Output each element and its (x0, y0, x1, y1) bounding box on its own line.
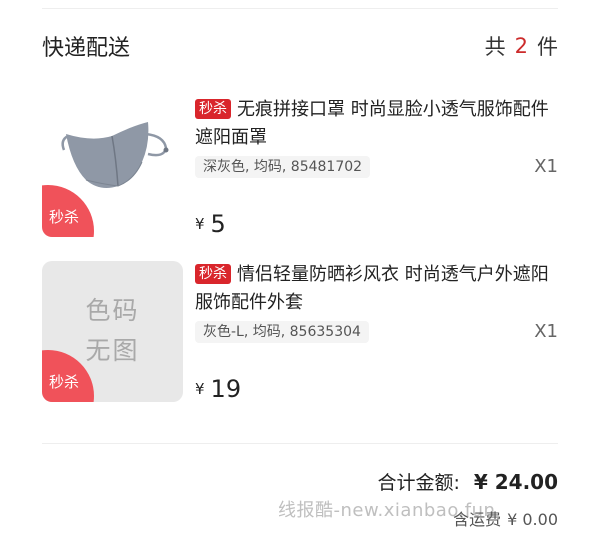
currency-symbol: ¥ (195, 380, 205, 398)
section-title: 快递配送 (42, 36, 131, 61)
shipping-label: 含运费 (453, 510, 502, 529)
item-info: 秒杀 情侣轻量防晒衫风衣 时尚透气户外遮阳服饰配件外套 灰色-L, 均码, 856… (195, 261, 558, 403)
flash-sale-tag: 秒杀 (195, 264, 231, 284)
product-thumbnail[interactable]: 色码 无图 秒杀 (42, 261, 183, 402)
item-count-prefix: 共 (484, 35, 506, 59)
shipping-fee: 含运费 ¥ 0.00 (453, 506, 558, 530)
item-price: ¥5 (195, 210, 226, 238)
item-title[interactable]: 秒杀 情侣轻量防晒衫风衣 时尚透气户外遮阳服饰配件外套 (195, 261, 558, 317)
currency-symbol: ¥ (195, 215, 205, 233)
price-value: 5 (210, 210, 226, 238)
flash-sale-tag: 秒杀 (195, 99, 231, 119)
placeholder-line-1: 色码 (85, 296, 140, 325)
order-item[interactable]: 秒杀 秒杀 无痕拼接口罩 时尚显脸小透气服饰配件遮阳面罩 深灰色, 均码, 854… (42, 96, 558, 238)
item-info: 秒杀 无痕拼接口罩 时尚显脸小透气服饰配件遮阳面罩 深灰色, 均码, 854817… (195, 96, 558, 238)
delivery-section-header: 快递配送 共 2 件 (42, 30, 558, 62)
order-total: 合计金额: ¥ 24.00 (377, 468, 558, 495)
bottom-divider (42, 443, 558, 444)
item-count: 共 2 件 (485, 31, 558, 61)
order-item[interactable]: 色码 无图 秒杀 秒杀 情侣轻量防晒衫风衣 时尚透气户外遮阳服饰配件外套 灰色-L… (42, 261, 558, 403)
item-title[interactable]: 秒杀 无痕拼接口罩 时尚显脸小透气服饰配件遮阳面罩 (195, 96, 558, 152)
item-spec: 灰色-L, 均码, 85635304 (195, 321, 369, 343)
shipping-value: ¥ 0.00 (507, 510, 558, 529)
top-divider (42, 8, 558, 9)
price-value: 19 (210, 375, 242, 403)
item-count-suffix: 件 (537, 35, 558, 59)
flash-sale-corner-label: 秒杀 (49, 373, 80, 391)
item-quantity: X1 (534, 156, 558, 177)
product-thumbnail[interactable]: 秒杀 (42, 96, 183, 237)
total-label: 合计金额: (377, 472, 460, 494)
item-title-text: 情侣轻量防晒衫风衣 时尚透气户外遮阳服饰配件外套 (195, 264, 549, 313)
item-count-number: 2 (514, 34, 528, 58)
item-quantity: X1 (534, 321, 558, 342)
item-title-text: 无痕拼接口罩 时尚显脸小透气服饰配件遮阳面罩 (195, 99, 549, 148)
flash-sale-corner-label: 秒杀 (49, 208, 80, 226)
item-price: ¥19 (195, 375, 241, 403)
total-value: ¥ 24.00 (473, 470, 558, 494)
item-spec: 深灰色, 均码, 85481702 (195, 156, 371, 178)
